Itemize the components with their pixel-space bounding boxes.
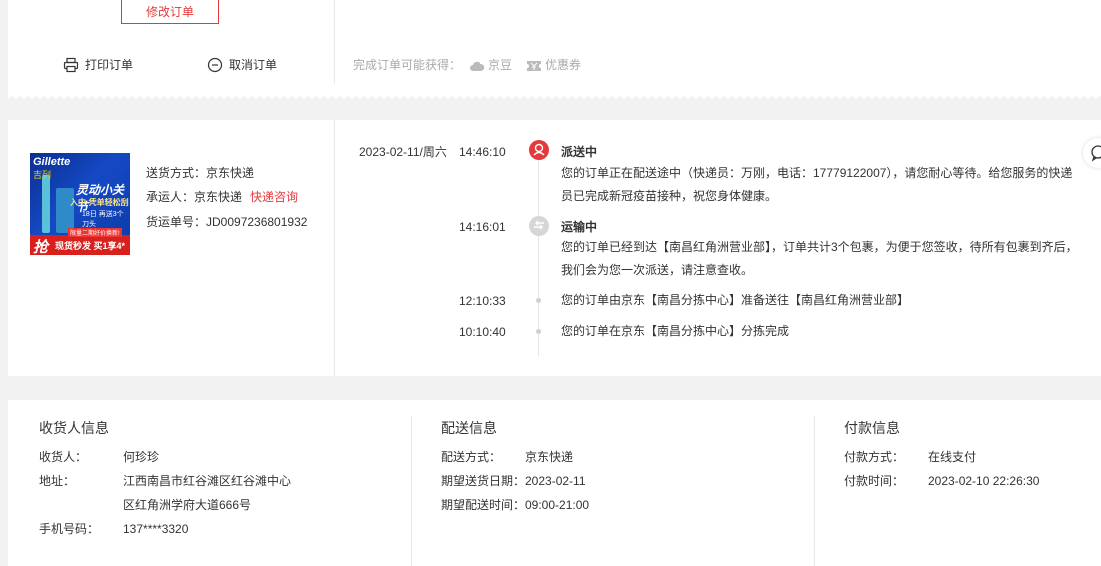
timeline-time: 14:16:01 xyxy=(459,220,506,234)
delivery-title: 配送信息 xyxy=(441,420,497,436)
product-brand: Gillette xyxy=(33,156,71,168)
consignee-name-label: 收货人： xyxy=(39,450,88,464)
timeline-dot xyxy=(536,298,541,303)
rewards-prefix: 完成订单可能获得： xyxy=(353,58,462,72)
razor-shape xyxy=(42,175,50,233)
transit-icon xyxy=(529,216,549,236)
tracking-panel: Gillette 吉列 灵动小关节 入中·凭单轻松刮 18日 再送3个刀头 限量… xyxy=(8,120,1101,376)
product-promo-small: 18日 再送3个刀头 xyxy=(82,211,124,228)
timeline-time: 14:46:10 xyxy=(459,145,506,159)
consignee-phone-label: 手机号码： xyxy=(39,522,100,536)
reward-coupon: 优惠券 xyxy=(545,58,582,72)
payment-title: 付款信息 xyxy=(844,420,900,436)
timeline-text: 您的订单由京东【南昌分拣中心】准备送往【南昌红角洲营业部】 xyxy=(561,293,910,307)
consignee-address-line1: 江西南昌市红谷滩区红谷滩中心 xyxy=(123,474,292,488)
payment-time: 2023-02-10 22:26:30 xyxy=(928,474,1040,488)
consignee-address-line2: 区红角洲学府大道666号 xyxy=(123,498,252,512)
cancel-order-button[interactable]: 取消订单 xyxy=(207,56,287,74)
payment-method-label: 付款方式： xyxy=(844,450,905,464)
print-order-label: 打印订单 xyxy=(85,58,134,72)
product-stripe-text: 现货秒发 买1享4* xyxy=(55,241,126,251)
timeline-status: 派送中 xyxy=(561,145,598,159)
payment-method: 在线支付 xyxy=(928,450,977,464)
product-brand-cn: 吉列 xyxy=(33,170,52,180)
timeline-time: 12:10:33 xyxy=(459,294,506,308)
consignee-name: 何珍珍 xyxy=(123,450,160,464)
modify-order-button[interactable]: 修改订单 xyxy=(121,0,219,24)
consignee-address-label: 地址： xyxy=(39,474,76,488)
timeline-text: 您的订单在京东【南昌分拣中心】分拣完成 xyxy=(561,324,790,338)
product-image[interactable]: Gillette 吉列 灵动小关节 入中·凭单轻松刮 18日 再送3个刀头 限量… xyxy=(30,153,130,255)
cancel-order-label: 取消订单 xyxy=(229,58,278,72)
delivery-method-label: 配送方式： xyxy=(441,450,502,464)
consignee-phone: 137****3320 xyxy=(123,522,189,536)
divider xyxy=(814,416,815,566)
product-promo-sub: 入中·凭单轻松刮 xyxy=(70,198,129,207)
courier-inquiry-link[interactable]: 快递咨询 xyxy=(250,190,298,204)
delivery-date: 2023-02-11 xyxy=(525,474,586,488)
cancel-circle-icon xyxy=(207,57,223,73)
carrier-row: 承运人：京东快递 快递咨询 xyxy=(146,188,298,206)
timeline-dot xyxy=(536,329,541,334)
rewards-info: 完成订单可能获得： 京豆 优惠券 xyxy=(353,56,581,74)
jagged-edge xyxy=(8,92,1101,100)
delivery-time-label: 期望配送时间： xyxy=(441,498,526,512)
razor-pack-shape xyxy=(56,188,74,233)
product-tag: 限量二期好价换新! xyxy=(68,228,122,237)
shipping-method: 送货方式：京东快递 xyxy=(146,166,255,180)
delivery-date-label: 期望送货日期： xyxy=(441,474,526,488)
timeline-date: 2023-02-11/周六 xyxy=(359,145,447,159)
carrier-label: 承运人：京东快递 xyxy=(146,190,243,204)
delivery-method: 京东快递 xyxy=(525,450,574,464)
consignee-title: 收货人信息 xyxy=(39,420,109,436)
delivery-person-icon xyxy=(529,140,549,160)
timeline-line xyxy=(538,150,539,356)
coupon-icon xyxy=(527,60,542,71)
payment-time-label: 付款时间： xyxy=(844,474,905,488)
timeline-text: 您的订单已经到达【南昌红角洲营业部】，订单共计3个包裹，为便于您签收，待所有包裹… xyxy=(561,240,1078,277)
product-grab: 抢 xyxy=(33,239,49,255)
order-actions-panel: 修改订单 打印订单 取消订单 完成订单可能获得： 京豆 优惠券 xyxy=(8,0,1101,94)
print-order-button[interactable]: 打印订单 xyxy=(63,56,143,74)
divider xyxy=(334,120,335,376)
timeline-text: 您的订单正在配送途中（快递员：万刚，电话：17779122007），请您耐心等待… xyxy=(561,166,1073,203)
printer-icon xyxy=(63,57,79,73)
reward-jingdou: 京豆 xyxy=(488,58,513,72)
delivery-time: 09:00-21:00 xyxy=(525,498,590,512)
waybill-number: 货运单号：JD0097236801932 xyxy=(146,215,308,229)
timeline-time: 10:10:40 xyxy=(459,325,506,339)
chat-icon[interactable] xyxy=(1083,138,1101,168)
order-info-panel: 收货人信息 收货人： 何珍珍 地址： 江西南昌市红谷滩区红谷滩中心 区红角洲学府… xyxy=(8,400,1101,566)
divider xyxy=(334,0,335,84)
timeline-status: 运输中 xyxy=(561,220,598,234)
divider xyxy=(411,416,412,566)
cloud-icon xyxy=(470,61,485,71)
